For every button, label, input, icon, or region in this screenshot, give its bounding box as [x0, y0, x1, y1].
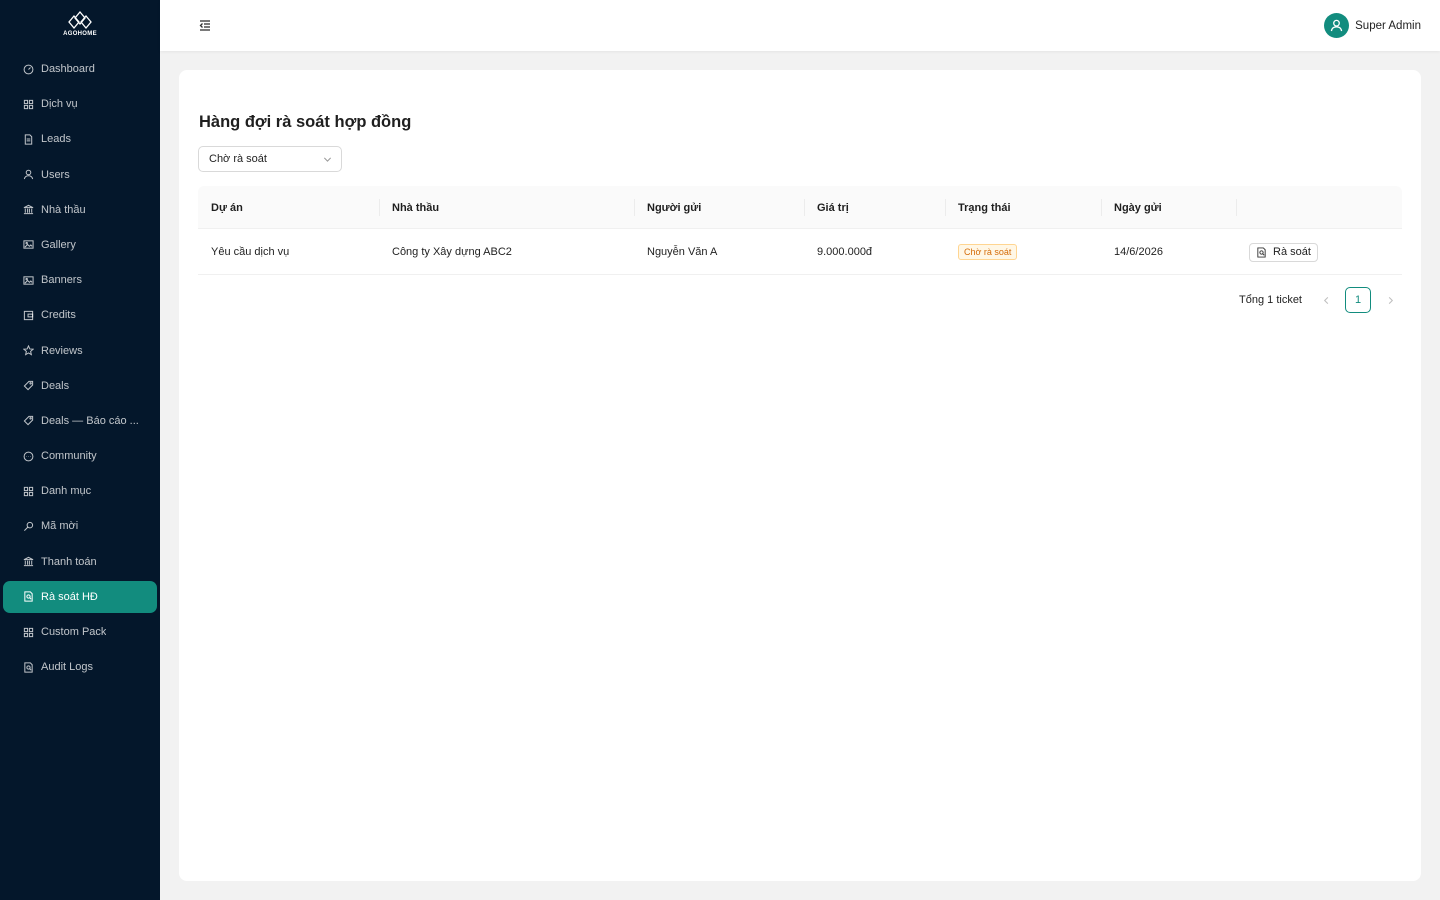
file-search-icon	[22, 591, 34, 603]
review-button-label: Rà soát	[1273, 246, 1311, 258]
page-title: Hàng đợi rà soát hợp đồng	[199, 113, 412, 131]
brand-logo[interactable]: AGOHOME	[0, 10, 160, 44]
sidebar-item-16[interactable]: Custom Pack	[3, 616, 157, 648]
review-queue-table: Dự án Nhà thầu Người gửi Giá trị Trạng t…	[198, 186, 1402, 275]
wallet-icon	[22, 309, 34, 321]
sidebar-item-17[interactable]: Audit Logs	[3, 651, 157, 683]
cell-sender: Nguyễn Văn A	[647, 246, 718, 258]
sidebar-item-label: Community	[41, 450, 97, 463]
user-icon	[1330, 19, 1343, 32]
status-filter-select[interactable]: Chờ rà soát	[198, 146, 342, 172]
sidebar-item-label: Rà soát HĐ	[41, 590, 98, 603]
picture-icon	[22, 274, 34, 286]
prev-page-button[interactable]	[1313, 287, 1339, 313]
sidebar-nav: Dashboard Dịch vụ Leads Users Nhà thầu Galler…	[0, 53, 160, 686]
sidebar-item-2[interactable]: Leads	[3, 123, 157, 155]
sidebar: AGOHOME Dashboard Dịch vụ Leads Users Nhà th…	[0, 0, 160, 900]
column-header-value: Giá trị	[804, 186, 849, 229]
file-icon	[22, 133, 34, 145]
sidebar-item-label: Credits	[41, 309, 76, 322]
user-name: Super Admin	[1355, 19, 1421, 32]
next-page-button[interactable]	[1377, 287, 1403, 313]
column-header-status: Trạng thái	[945, 186, 1011, 229]
sidebar-item-4[interactable]: Nhà thầu	[3, 194, 157, 226]
column-header-contractor: Nhà thầu	[379, 186, 439, 229]
pagination: Tổng 1 ticket 1	[1239, 287, 1403, 313]
file-search-icon	[22, 661, 34, 673]
dashboard-icon	[22, 63, 34, 75]
sidebar-item-15[interactable]: Rà soát HĐ	[3, 580, 157, 613]
sidebar-item-7[interactable]: Credits	[3, 299, 157, 331]
sidebar-item-label: Reviews	[41, 344, 83, 357]
sidebar-item-8[interactable]: Reviews	[3, 335, 157, 367]
column-header-project: Dự án	[211, 201, 243, 214]
bank-icon	[22, 204, 34, 216]
brand-name: AGOHOME	[63, 31, 97, 37]
star-icon	[22, 345, 34, 357]
sidebar-item-11[interactable]: Community	[3, 440, 157, 472]
sidebar-item-label: Audit Logs	[41, 661, 93, 674]
sidebar-item-label: Nhà thầu	[41, 203, 86, 216]
pagination-total: Tổng 1 ticket	[1239, 294, 1302, 306]
grid-icon	[22, 98, 34, 110]
sidebar-item-13[interactable]: Mã mời	[3, 510, 157, 542]
top-header: Super Admin	[160, 0, 1440, 51]
table-row: Yêu cầu dịch vụ Công ty Xây dựng ABC2 Ng…	[198, 229, 1402, 275]
column-header-date: Ngày gửi	[1101, 186, 1162, 229]
cell-value: 9.000.000đ	[817, 246, 873, 258]
avatar	[1324, 13, 1350, 38]
sidebar-item-label: Leads	[41, 133, 71, 146]
sidebar-item-label: Users	[41, 168, 70, 181]
page-1-button[interactable]: 1	[1345, 287, 1371, 313]
sidebar-item-label: Banners	[41, 274, 82, 287]
picture-icon	[22, 239, 34, 251]
sidebar-item-label: Dashboard	[41, 63, 95, 75]
column-header-action	[1236, 186, 1249, 229]
cell-status: Chờ rà soát	[945, 229, 1018, 275]
sidebar-item-10[interactable]: Deals — Báo cáo ...	[3, 405, 157, 437]
sidebar-item-9[interactable]: Deals	[3, 370, 157, 402]
cell-project: Yêu cầu dịch vụ	[211, 246, 290, 258]
chevron-left-icon	[1323, 296, 1328, 304]
sidebar-item-label: Danh mục	[41, 485, 92, 498]
status-filter-value: Chờ rà soát	[209, 153, 267, 165]
logo-mark-icon	[68, 10, 92, 30]
key-icon	[22, 520, 34, 532]
sidebar-item-label: Deals — Báo cáo ...	[41, 414, 139, 427]
sidebar-item-label: Custom Pack	[41, 626, 107, 638]
file-search-icon	[1257, 246, 1266, 258]
tag-icon	[22, 415, 34, 427]
bank-icon	[22, 556, 34, 568]
table-header: Dự án Nhà thầu Người gửi Giá trị Trạng t…	[198, 186, 1402, 229]
chevron-right-icon	[1388, 296, 1393, 304]
menu-fold-icon[interactable]	[198, 18, 212, 32]
status-badge: Chờ rà soát	[958, 244, 1018, 260]
content-card: Hàng đợi rà soát hợp đồng Chờ rà soát Dự…	[179, 70, 1421, 881]
user-menu[interactable]: Super Admin	[1324, 13, 1421, 38]
sidebar-item-label: Mã mời	[41, 520, 79, 533]
tag-icon	[22, 380, 34, 392]
user-icon	[22, 169, 34, 181]
sidebar-item-label: Thanh toán	[41, 555, 97, 568]
sidebar-item-12[interactable]: Danh mục	[3, 475, 157, 507]
message-icon	[22, 450, 34, 462]
sidebar-item-label: Gallery	[41, 238, 76, 251]
cell-date: 14/6/2026	[1114, 246, 1163, 258]
grid-icon	[22, 626, 34, 638]
sidebar-item-3[interactable]: Users	[3, 159, 157, 191]
chevron-down-icon	[323, 157, 332, 162]
sidebar-item-14[interactable]: Thanh toán	[3, 546, 157, 578]
sidebar-item-1[interactable]: Dịch vụ	[3, 88, 157, 120]
review-button[interactable]: Rà soát	[1249, 242, 1318, 262]
grid-icon	[22, 485, 34, 497]
sidebar-item-0[interactable]: Dashboard	[3, 53, 157, 85]
sidebar-item-label: Dịch vụ	[41, 98, 78, 111]
cell-contractor: Công ty Xây dựng ABC2	[392, 246, 512, 258]
sidebar-item-5[interactable]: Gallery	[3, 229, 157, 261]
sidebar-item-label: Deals	[41, 379, 70, 392]
cell-action: Rà soát	[1236, 229, 1318, 275]
column-header-sender: Người gửi	[634, 186, 701, 229]
sidebar-item-6[interactable]: Banners	[3, 264, 157, 296]
